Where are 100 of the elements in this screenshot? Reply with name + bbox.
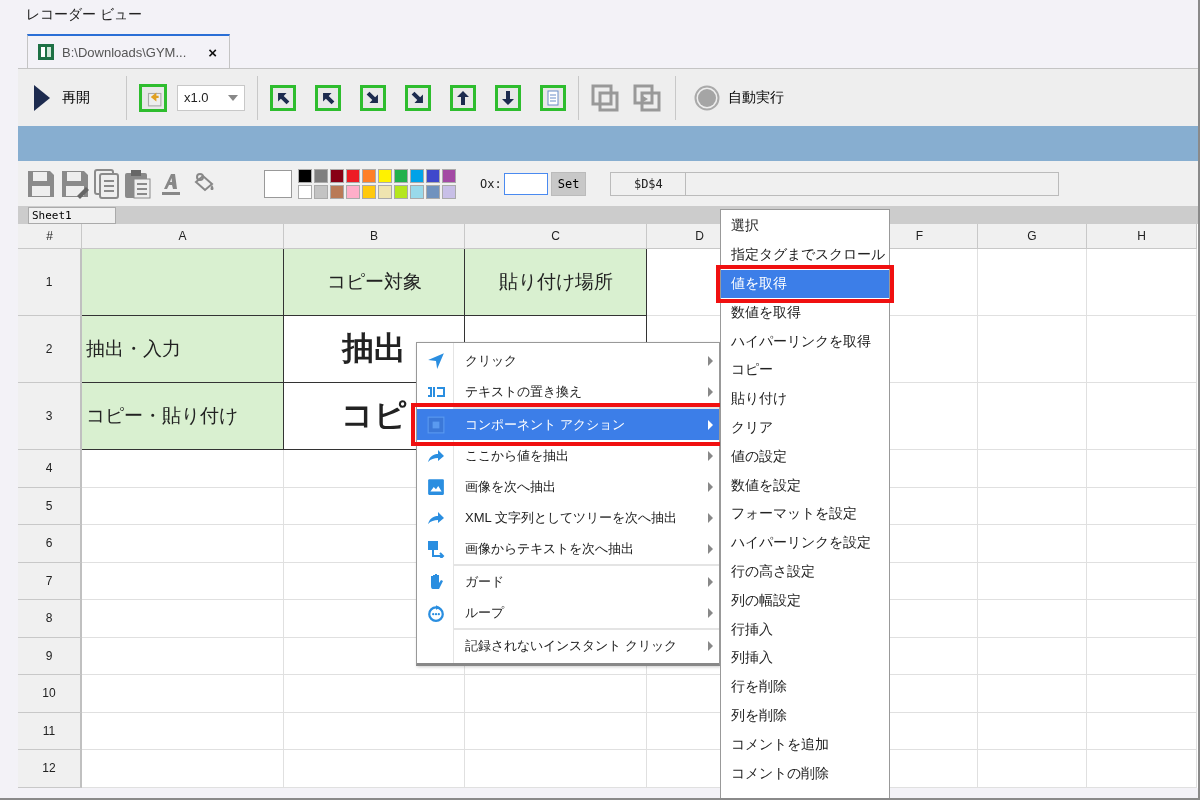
- color-swatch[interactable]: [298, 184, 312, 199]
- color-swatch[interactable]: [410, 184, 424, 199]
- row-header[interactable]: 3: [18, 383, 82, 450]
- window-title: レコーダー ビュー: [25, 5, 143, 24]
- column-header[interactable]: H: [1087, 224, 1197, 249]
- submenu-arrow-icon: [708, 512, 713, 523]
- speed-dropdown[interactable]: x1.0: [177, 84, 245, 111]
- menu-item[interactable]: 行の高さ設定: [721, 557, 889, 587]
- menu-item[interactable]: 画像からテキストを次へ抽出: [417, 533, 719, 564]
- color-swatch[interactable]: [330, 168, 344, 183]
- clipboard-icon[interactable]: [124, 168, 152, 199]
- swap-button[interactable]: [139, 83, 167, 112]
- row-header[interactable]: 10: [18, 675, 82, 713]
- menu-item[interactable]: 記録されないインスタント クリック: [417, 630, 719, 661]
- menu-item[interactable]: 行を削除: [721, 672, 889, 702]
- row-header[interactable]: 2: [18, 316, 82, 383]
- row-header[interactable]: 9: [18, 637, 82, 675]
- menu-item[interactable]: フォーマットを設定: [721, 499, 889, 529]
- cell-reference-field[interactable]: $D$4: [610, 171, 687, 196]
- ox-input-field[interactable]: [503, 172, 548, 195]
- menu-item[interactable]: 列の幅設定: [721, 586, 889, 616]
- row-header[interactable]: 4: [18, 450, 82, 488]
- caret-icon: [228, 94, 238, 101]
- color-swatch[interactable]: [426, 168, 440, 183]
- column-header[interactable]: B: [284, 224, 465, 249]
- menu-item[interactable]: ハイパーリンクを設定: [721, 528, 889, 558]
- color-swatch[interactable]: [442, 184, 456, 199]
- menu-item[interactable]: クリア: [721, 413, 889, 443]
- menu-item[interactable]: 列挿入: [721, 643, 889, 673]
- color-swatch[interactable]: [362, 184, 376, 199]
- menu-item[interactable]: ガード: [417, 566, 719, 597]
- color-swatch[interactable]: [410, 168, 424, 183]
- color-swatch[interactable]: [442, 168, 456, 183]
- color-swatch[interactable]: [346, 168, 360, 183]
- column-header[interactable]: A: [82, 224, 284, 249]
- menu-item[interactable]: コメントの削除: [721, 759, 889, 788]
- menu-item[interactable]: 画像を次へ抽出: [417, 471, 719, 502]
- submenu-arrow-icon: [708, 419, 713, 430]
- column-header[interactable]: #: [18, 224, 82, 249]
- up-arrow-button[interactable]: [450, 84, 476, 111]
- formula-field[interactable]: [686, 171, 1060, 196]
- close-icon[interactable]: ×: [208, 43, 218, 61]
- row-header[interactable]: 11: [18, 712, 82, 750]
- save-as-icon[interactable]: [60, 168, 90, 199]
- menu-item[interactable]: XML 文字列としてツリーを次へ抽出: [417, 502, 719, 533]
- arrow-button[interactable]: [270, 84, 296, 111]
- column-header[interactable]: G: [978, 224, 1087, 249]
- color-swatch[interactable]: [362, 168, 376, 183]
- color-swatch[interactable]: [298, 168, 312, 183]
- table-cell: コピー・貼り付け: [82, 383, 284, 450]
- color-swatch[interactable]: [378, 184, 392, 199]
- arrow-button[interactable]: [360, 84, 386, 111]
- current-color-swatch[interactable]: [264, 169, 292, 198]
- file-tab[interactable]: B:\Downloads\GYM... ×: [27, 34, 231, 68]
- radio-icon: [694, 84, 720, 111]
- submenu-arrow-icon: [708, 640, 713, 651]
- row-header[interactable]: 7: [18, 562, 82, 600]
- menu-item[interactable]: コメントを追加: [721, 730, 889, 760]
- menu-item[interactable]: 値の設定: [721, 442, 889, 472]
- menu-item[interactable]: 数値を設定: [721, 471, 889, 500]
- column-header[interactable]: C: [465, 224, 647, 249]
- submenu-arrow-icon: [708, 481, 713, 492]
- arrow-button[interactable]: [315, 84, 341, 111]
- set-button[interactable]: Set: [550, 171, 587, 196]
- row-header[interactable]: 1: [18, 249, 82, 316]
- menu-item[interactable]: 数値を取得: [721, 298, 889, 328]
- menu-item[interactable]: ハイパーリンクを取得: [721, 327, 889, 356]
- row-header[interactable]: 6: [18, 525, 82, 563]
- menu-item[interactable]: 列を削除: [721, 701, 889, 731]
- color-swatch[interactable]: [314, 184, 328, 199]
- menu-item[interactable]: ループ: [417, 597, 719, 628]
- color-swatch[interactable]: [330, 184, 344, 199]
- row-header[interactable]: 12: [18, 750, 82, 788]
- window-button[interactable]: [633, 83, 661, 112]
- menu-item[interactable]: コピー: [721, 356, 889, 385]
- arrow-icon: [365, 89, 381, 106]
- sheet-tab[interactable]: Sheet1: [28, 207, 116, 224]
- send-icon: [427, 351, 445, 370]
- menu-item[interactable]: 行挿入: [721, 615, 889, 644]
- color-swatch[interactable]: [314, 168, 328, 183]
- color-swatch[interactable]: [378, 168, 392, 183]
- down-arrow-button[interactable]: [495, 84, 521, 111]
- play-icon: [34, 84, 50, 111]
- loop-icon: [427, 603, 445, 622]
- document-button[interactable]: [540, 84, 566, 111]
- resume-button[interactable]: 再開: [34, 84, 114, 111]
- window-button[interactable]: [591, 83, 619, 112]
- menu-item[interactable]: 貼り付け: [721, 384, 889, 414]
- color-swatch[interactable]: [346, 184, 360, 199]
- color-swatch[interactable]: [394, 184, 408, 199]
- color-swatch[interactable]: [426, 184, 440, 199]
- save-icon[interactable]: [26, 168, 56, 199]
- down-arrow-icon: [500, 89, 516, 106]
- arrow-button[interactable]: [405, 84, 431, 111]
- submenu-arrow-icon: [708, 450, 713, 461]
- color-swatch[interactable]: [394, 168, 408, 183]
- spreadsheet-icon: [38, 44, 54, 60]
- copy-icon[interactable]: [94, 168, 120, 199]
- row-header[interactable]: 5: [18, 487, 82, 525]
- row-header[interactable]: 8: [18, 600, 82, 638]
